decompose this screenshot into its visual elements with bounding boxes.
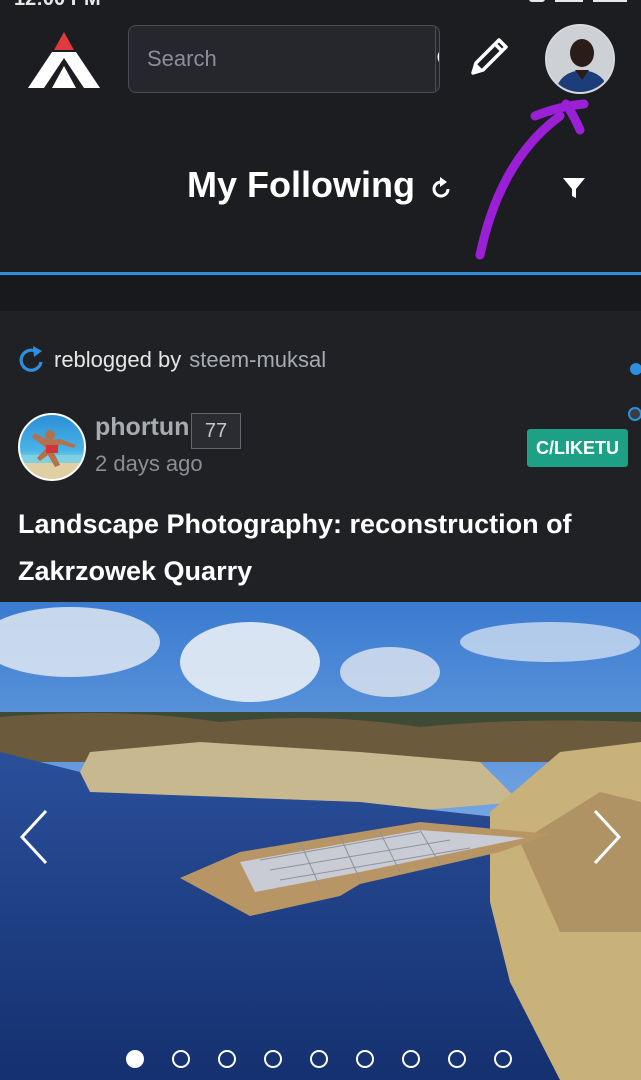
scroll-indicator-dot	[630, 363, 641, 375]
reblog-info: reblogged by steem-muksal	[18, 343, 326, 377]
avatar	[547, 26, 613, 92]
carousel-dot[interactable]	[172, 1050, 190, 1068]
reblog-icon	[19, 346, 43, 372]
carousel-dot[interactable]	[356, 1050, 374, 1068]
reblog-user-link[interactable]: steem-muksal	[189, 347, 326, 373]
search-button[interactable]	[435, 26, 439, 92]
carousel-dot[interactable]	[402, 1050, 420, 1068]
write-post-button[interactable]	[462, 30, 516, 84]
post-author-row: phortun 77 2 days ago C/LIKETU	[18, 413, 628, 483]
author-avatar[interactable]	[18, 413, 86, 481]
page-title: My Following	[187, 164, 415, 205]
filter-button[interactable]	[556, 170, 592, 206]
section-divider	[0, 275, 641, 311]
refresh-button[interactable]	[424, 172, 458, 206]
search-box	[128, 25, 440, 93]
pencil-icon	[471, 38, 508, 75]
post-title-link[interactable]: Landscape Photography: reconstruction of…	[18, 501, 618, 595]
user-avatar-button[interactable]	[545, 24, 615, 94]
filter-icon	[563, 178, 585, 198]
author-avatar-image	[20, 430, 84, 479]
carousel-dot[interactable]	[494, 1050, 512, 1068]
chevron-right-icon	[593, 809, 622, 865]
carousel-prev-button[interactable]	[10, 802, 60, 872]
carousel-dot[interactable]	[126, 1050, 144, 1068]
author-name-link[interactable]: phortun	[95, 413, 189, 442]
post-time[interactable]: 2 days ago	[95, 451, 203, 477]
peakd-logo-icon[interactable]	[26, 30, 102, 90]
carousel-next-button[interactable]	[581, 802, 631, 872]
carousel-dots	[126, 1050, 540, 1068]
app-page: 12:00 PM	[0, 0, 641, 1080]
search-icon	[437, 51, 439, 63]
carousel-dot[interactable]	[448, 1050, 466, 1068]
carousel-dot[interactable]	[310, 1050, 328, 1068]
scroll-indicator-dot	[628, 407, 641, 421]
community-tag[interactable]: C/LIKETU	[527, 429, 628, 467]
refresh-icon	[432, 177, 450, 198]
chevron-left-icon	[19, 809, 48, 865]
app-header	[0, 0, 641, 120]
feed-title-row: My Following	[0, 160, 641, 216]
carousel-dot[interactable]	[218, 1050, 236, 1068]
post-image	[0, 602, 641, 1080]
reputation-badge: 77	[191, 413, 241, 449]
search-input[interactable]	[129, 26, 435, 92]
image-carousel[interactable]	[0, 602, 641, 1080]
carousel-dot[interactable]	[264, 1050, 282, 1068]
post-card[interactable]: reblogged by steem-muksal phortun 77 2 d…	[0, 311, 641, 1080]
reblog-label: reblogged by	[54, 347, 182, 372]
